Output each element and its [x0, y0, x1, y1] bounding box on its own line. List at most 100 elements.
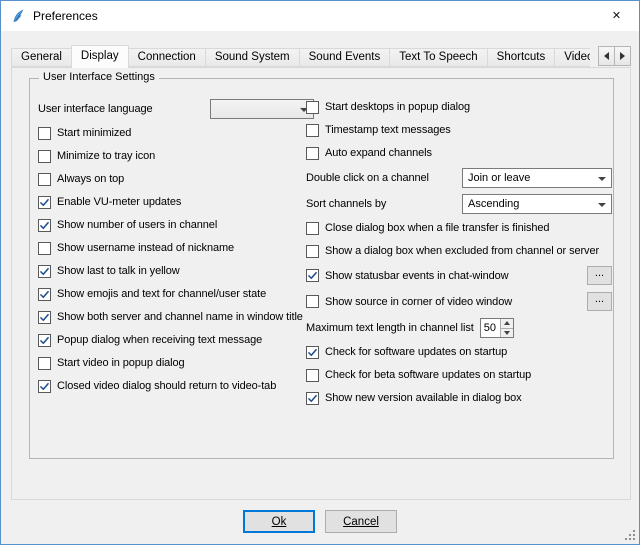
resize-grip-icon[interactable] — [623, 528, 636, 541]
tab-label: Connection — [138, 51, 196, 63]
checkbox[interactable] — [38, 311, 51, 324]
tab-video[interactable]: Video — [554, 48, 590, 67]
preferences-window: Preferences ✕ General Display Connection So… — [0, 0, 640, 545]
checkbox-label: Timestamp text messages — [325, 124, 451, 136]
checkbox[interactable] — [306, 124, 319, 137]
checkbox[interactable] — [38, 242, 51, 255]
spin-label: Maximum text length in channel list — [306, 322, 474, 334]
checkbox[interactable] — [38, 357, 51, 370]
tab-scroll — [599, 46, 631, 66]
cancel-button[interactable]: Cancel — [325, 510, 397, 533]
checkbox[interactable] — [38, 380, 51, 393]
group-title: User Interface Settings — [39, 71, 159, 83]
checkbox-row[interactable]: Close dialog box when a file transfer is… — [306, 220, 612, 236]
more-button[interactable]: ... — [587, 266, 612, 285]
checkbox-row[interactable]: Closed video dialog should return to vid… — [38, 378, 314, 394]
spin-input[interactable]: 50 — [480, 318, 514, 338]
checkbox-label: Closed video dialog should return to vid… — [57, 380, 276, 392]
right-settings-column: Start desktops in popup dialog Timestamp … — [306, 99, 612, 413]
checkbox-row[interactable]: Show source in corner of video window... — [306, 292, 612, 311]
spin-value[interactable]: 50 — [481, 319, 500, 337]
titlebar[interactable]: Preferences ✕ — [1, 1, 639, 31]
checkbox-row[interactable]: Start desktops in popup dialog — [306, 99, 612, 115]
tab-sound-events[interactable]: Sound Events — [299, 48, 391, 67]
checkbox-label: Start video in popup dialog — [57, 357, 185, 369]
checkbox[interactable] — [38, 150, 51, 163]
checkbox[interactable] — [38, 173, 51, 186]
tab-sound-system[interactable]: Sound System — [205, 48, 300, 67]
tab-label: Display — [81, 50, 119, 62]
checkbox[interactable] — [38, 265, 51, 278]
checkbox[interactable] — [306, 147, 319, 160]
checkbox[interactable] — [306, 269, 319, 282]
checkbox[interactable] — [306, 222, 319, 235]
window-title: Preferences — [33, 9, 98, 23]
checkbox[interactable] — [306, 346, 319, 359]
checkbox[interactable] — [38, 334, 51, 347]
left-settings-column: User interface language Start minimized M… — [38, 99, 314, 401]
tab-scroll-right-button[interactable] — [614, 46, 631, 66]
chevron-right-icon — [620, 52, 625, 60]
checkbox-label: Enable VU-meter updates — [57, 196, 181, 208]
checkbox-row[interactable]: Show both server and channel name in win… — [38, 309, 314, 325]
checkbox-row[interactable]: Always on top — [38, 171, 314, 187]
ok-button[interactable]: Ok — [243, 510, 315, 533]
close-button[interactable]: ✕ — [594, 1, 639, 30]
spin-buttons — [500, 319, 513, 337]
checkbox-label: Minimize to tray icon — [57, 150, 155, 162]
checkbox-row[interactable]: Minimize to tray icon — [38, 148, 314, 164]
checkbox[interactable] — [38, 219, 51, 232]
checkbox[interactable] — [306, 245, 319, 258]
checkbox-row[interactable]: Show new version available in dialog box — [306, 390, 612, 406]
checkbox-row[interactable]: Check for beta software updates on start… — [306, 367, 612, 383]
checkbox[interactable] — [306, 369, 319, 382]
left-checkbox-list: Start minimized Minimize to tray icon Alwa… — [38, 125, 314, 394]
checkbox-row[interactable]: Show number of users in channel — [38, 217, 314, 233]
checkbox[interactable] — [38, 196, 51, 209]
combo-label: Sort channels by — [306, 198, 386, 210]
tab-general[interactable]: General — [11, 48, 72, 67]
checkbox-label: Start minimized — [57, 127, 131, 139]
checkbox-row[interactable]: Auto expand channels — [306, 145, 612, 161]
checkbox-row[interactable]: Show statusbar events in chat-window... — [306, 266, 612, 285]
tab-connection[interactable]: Connection — [128, 48, 206, 67]
checkbox-row[interactable]: Start minimized — [38, 125, 314, 141]
checkbox-label: Check for software updates on startup — [325, 346, 507, 358]
checkbox[interactable] — [306, 392, 319, 405]
dropdown-select[interactable]: Join or leave — [462, 168, 612, 188]
dropdown-select[interactable]: Ascending — [462, 194, 612, 214]
checkbox-row[interactable]: Check for software updates on startup — [306, 344, 612, 360]
checkbox[interactable] — [38, 288, 51, 301]
checkbox-row[interactable]: Show a dialog box when excluded from cha… — [306, 243, 612, 259]
checkbox-row[interactable]: Show emojis and text for channel/user st… — [38, 286, 314, 302]
more-button[interactable]: ... — [587, 292, 612, 311]
chevron-down-icon — [598, 177, 606, 181]
tab-bar: General Display Connection Sound SystemSoun… — [11, 45, 631, 67]
checkbox[interactable] — [306, 101, 319, 114]
checkbox-label: Show number of users in channel — [57, 219, 217, 231]
spin-down-button[interactable] — [500, 329, 513, 338]
language-select[interactable] — [210, 99, 314, 119]
checkbox-row[interactable]: Popup dialog when receiving text message — [38, 332, 314, 348]
language-row: User interface language — [38, 99, 314, 119]
checkbox-row[interactable]: Timestamp text messages — [306, 122, 612, 138]
tab-text-to-speech[interactable]: Text To Speech — [389, 48, 487, 67]
tab-display[interactable]: Display — [71, 45, 129, 68]
checkbox-row[interactable]: Start video in popup dialog — [38, 355, 314, 371]
user-interface-settings-group: User Interface Settings User interface l… — [29, 78, 614, 459]
tab-scroll-left-button[interactable] — [598, 46, 615, 66]
checkbox-row[interactable]: Show username instead of nickname — [38, 240, 314, 256]
footer: Ok Cancel — [1, 510, 639, 533]
cancel-button-label: Cancel — [343, 516, 379, 528]
spin-up-button[interactable] — [500, 319, 513, 329]
checkbox-label: Show source in corner of video window — [325, 296, 512, 308]
checkbox-row[interactable]: Enable VU-meter updates — [38, 194, 314, 210]
checkbox-row[interactable]: Show last to talk in yellow — [38, 263, 314, 279]
language-label: User interface language — [38, 103, 153, 115]
checkbox[interactable] — [38, 127, 51, 140]
checkbox-label: Show username instead of nickname — [57, 242, 234, 254]
checkbox-label: Start desktops in popup dialog — [325, 101, 470, 113]
tab-shortcuts[interactable]: Shortcuts — [487, 48, 556, 67]
ok-button-label: Ok — [272, 516, 287, 528]
checkbox[interactable] — [306, 295, 319, 308]
